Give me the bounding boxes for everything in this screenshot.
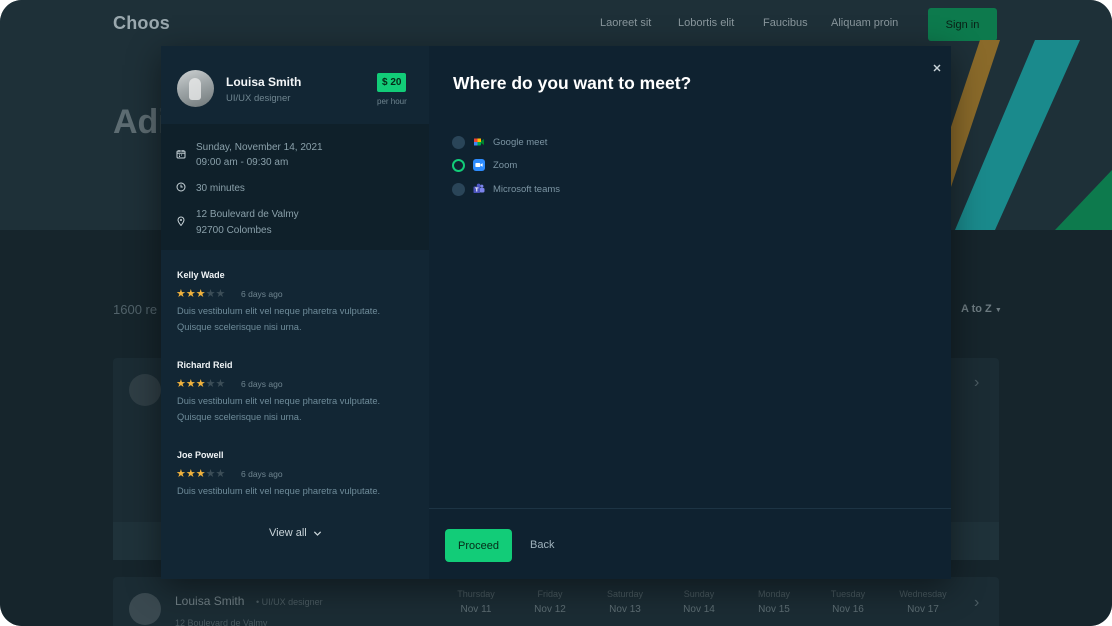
booking-details: Sunday, November 14, 2021 09:00 am - 09:… — [161, 124, 429, 250]
view-all-label: View all — [269, 527, 307, 539]
consultant-role: UI/UX designer — [226, 93, 291, 104]
results-count: 1600 re — [113, 302, 158, 317]
zoom-icon — [473, 159, 485, 171]
consultant-profile: Louisa Smith UI/UX designer $ 20 per hou… — [161, 46, 429, 124]
review-time: 6 days ago — [241, 289, 283, 299]
avatar — [129, 374, 161, 406]
booking-modal: Louisa Smith UI/UX designer $ 20 per hou… — [161, 46, 951, 579]
radio-button[interactable] — [452, 135, 465, 149]
consultant-name: Louisa Smith — [175, 594, 245, 608]
nav-link-3[interactable]: Faucibus — [763, 17, 808, 29]
address-line-2: 92700 Colombes — [196, 225, 272, 236]
star-rating: ★★★★★ — [176, 378, 226, 390]
sort-label: A to Z — [961, 303, 992, 315]
footer-divider — [429, 508, 951, 509]
avatar — [177, 70, 214, 107]
review-time: 6 days ago — [241, 379, 283, 389]
booking-summary-panel: Louisa Smith UI/UX designer $ 20 per hou… — [161, 46, 429, 579]
nav-link-4[interactable]: Aliquam proin — [831, 17, 898, 29]
booking-date: Sunday, November 14, 2021 — [196, 142, 323, 153]
consultant-address: 12 Boulevard de Valmy — [175, 618, 268, 626]
day-column[interactable]: Friday Nov 12 — [520, 589, 580, 615]
option-microsoft-teams[interactable]: T Microsoft teams — [452, 182, 560, 196]
review-text: Duis vestibulum elit vel neque pharetra … — [177, 486, 381, 496]
reviewer-name: Kelly Wade — [177, 270, 225, 280]
option-label: Zoom — [493, 159, 518, 171]
chevron-right-icon[interactable]: › — [974, 594, 979, 612]
booking-time: 09:00 am - 09:30 am — [196, 157, 289, 168]
review-time: 6 days ago — [241, 469, 283, 479]
price-unit: per hour — [377, 97, 407, 106]
sort-dropdown[interactable]: A to Z ▼ — [961, 303, 1002, 315]
back-button[interactable]: Back — [530, 539, 554, 551]
star-rating: ★★★★★ — [176, 288, 226, 300]
view-all-reviews-button[interactable]: View all — [269, 527, 322, 539]
option-label: Microsoft teams — [493, 183, 561, 195]
day-column[interactable]: Sunday Nov 14 — [669, 589, 729, 615]
calendar-icon — [176, 150, 186, 159]
close-icon[interactable] — [931, 62, 943, 74]
option-zoom[interactable]: Zoom — [452, 158, 517, 172]
avatar — [129, 593, 161, 625]
chevron-right-icon[interactable]: › — [974, 374, 979, 392]
day-column[interactable]: Wednesday Nov 17 — [893, 589, 953, 615]
question-title: Where do you want to meet? — [453, 73, 692, 93]
clock-icon — [176, 182, 186, 192]
logo[interactable]: Choos — [113, 13, 170, 34]
review-text: Duis vestibulum elit vel neque pharetra … — [177, 306, 381, 332]
consultant-role: • UI/UX designer — [256, 597, 323, 607]
radio-button[interactable] — [452, 182, 465, 196]
reviewer-name: Joe Powell — [177, 450, 224, 460]
review-text: Duis vestibulum elit vel neque pharetra … — [177, 396, 381, 422]
price-badge: $ 20 — [377, 73, 407, 92]
day-column[interactable]: Saturday Nov 13 — [595, 589, 655, 615]
nav-link-2[interactable]: Lobortis elit — [678, 17, 734, 29]
radio-button-selected[interactable] — [452, 158, 465, 172]
booking-duration: 30 minutes — [196, 183, 245, 194]
option-google-meet[interactable]: Google meet — [452, 135, 547, 149]
hero-title: Adi — [113, 103, 168, 141]
svg-text:T: T — [475, 188, 479, 194]
app-frame: Choos Laoreet sit Lobortis elit Faucibus… — [0, 0, 1112, 626]
caret-down-icon: ▼ — [994, 307, 1002, 314]
microsoft-teams-icon: T — [473, 183, 485, 194]
reviewer-name: Richard Reid — [177, 360, 233, 370]
proceed-button[interactable]: Proceed — [445, 529, 512, 562]
day-column[interactable]: Monday Nov 15 — [744, 589, 804, 615]
consultant-name: Louisa Smith — [226, 75, 302, 89]
option-label: Google meet — [493, 136, 548, 148]
location-pin-icon — [177, 216, 185, 226]
day-column[interactable]: Thursday Nov 11 — [446, 589, 506, 615]
google-meet-icon — [474, 138, 484, 146]
address-line-1: 12 Boulevard de Valmy — [196, 209, 299, 220]
chevron-down-icon — [313, 530, 321, 536]
star-rating: ★★★★★ — [176, 468, 226, 480]
hero-decoration — [940, 40, 1112, 230]
sign-in-button[interactable]: Sign in — [928, 8, 997, 41]
nav-link-1[interactable]: Laoreet sit — [600, 17, 651, 29]
meeting-choice-panel: Where do you want to meet? Google meet Z… — [429, 46, 951, 579]
day-column[interactable]: Tuesday Nov 16 — [818, 589, 878, 615]
